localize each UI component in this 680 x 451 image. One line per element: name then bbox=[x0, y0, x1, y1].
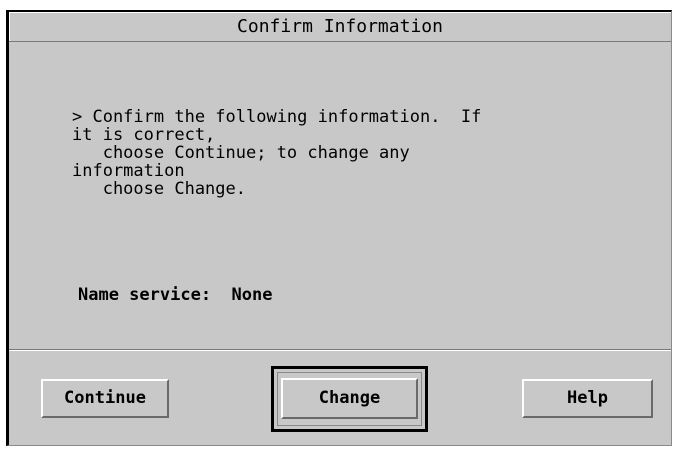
name-service-label: Name service: bbox=[78, 285, 212, 305]
message-line-4: information bbox=[72, 161, 185, 181]
name-service-value: None bbox=[231, 285, 273, 305]
dialog-title: Confirm Information bbox=[237, 16, 443, 37]
dialog-title-bar[interactable]: Confirm Information bbox=[9, 12, 671, 42]
message-line-2: it is correct, bbox=[72, 125, 216, 145]
dialog-content: > Confirm the following information. If … bbox=[9, 42, 671, 350]
message-line-1: > Confirm the following information. If bbox=[72, 107, 482, 127]
help-button[interactable]: Help bbox=[522, 379, 653, 418]
confirmation-message: > Confirm the following information. If … bbox=[72, 108, 632, 198]
name-service-row: Name service: None bbox=[78, 285, 273, 305]
message-line-5: choose Change. bbox=[72, 179, 246, 199]
confirm-information-dialog: Confirm Information > Confirm the follow… bbox=[6, 10, 672, 446]
footer-divider bbox=[9, 350, 671, 351]
continue-button[interactable]: Continue bbox=[41, 379, 169, 418]
message-line-3: choose Continue; to change any bbox=[72, 143, 410, 163]
change-button[interactable]: Change bbox=[281, 378, 418, 419]
